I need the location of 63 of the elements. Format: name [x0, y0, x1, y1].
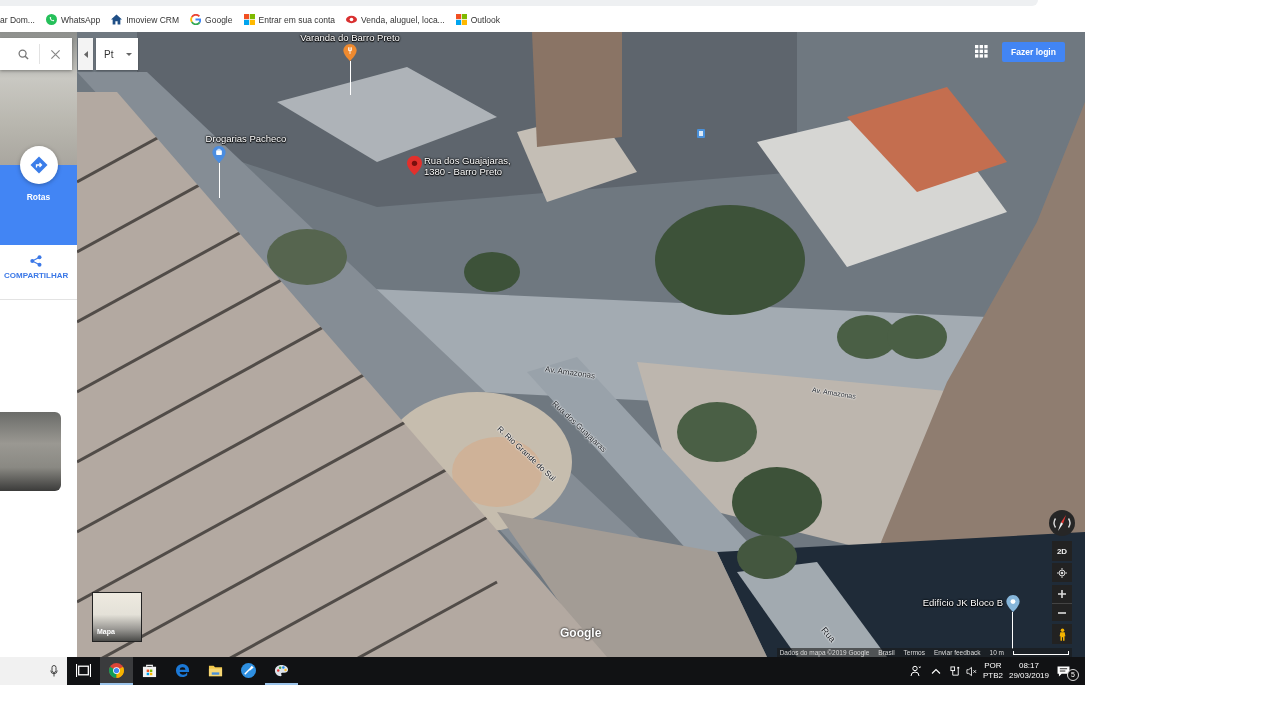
- search-field[interactable]: [0, 38, 72, 70]
- photo-thumbnail-placeholder[interactable]: [0, 412, 61, 491]
- collapse-panel-button[interactable]: [78, 38, 93, 70]
- zoom-in-button[interactable]: [1052, 585, 1072, 603]
- taskbar-search-field[interactable]: [0, 657, 67, 685]
- plus-icon: [1057, 589, 1067, 599]
- palette-icon: [274, 662, 289, 678]
- bookmark-link[interactable]: Entrar em sua conta: [243, 14, 336, 25]
- four-squares-icon: [243, 14, 255, 25]
- message-icon: [1057, 665, 1070, 677]
- round-browser-icon: [109, 662, 124, 678]
- people-icon[interactable]: [909, 665, 922, 677]
- leader-line: [1012, 612, 1013, 649]
- taskbar-app-button[interactable]: [100, 657, 133, 685]
- crosshair-icon: [1057, 567, 1067, 578]
- zoom-out-button[interactable]: [1052, 603, 1072, 621]
- four-squares-icon: [455, 14, 467, 25]
- task-view-icon: [76, 662, 91, 678]
- close-icon[interactable]: [50, 48, 61, 60]
- street-view-button[interactable]: [1052, 624, 1072, 644]
- muted-speaker-icon[interactable]: [965, 665, 977, 677]
- bookmark-link[interactable]: Google: [190, 14, 233, 25]
- leader-line: [219, 163, 220, 198]
- bookmark-link[interactable]: ar Dom...: [0, 14, 35, 25]
- search-icon[interactable]: [18, 48, 29, 60]
- street-label: Av. Amazonas: [544, 365, 596, 381]
- bookmark-link[interactable]: Imoview CRM: [111, 14, 180, 25]
- chat-bubble-icon: [45, 14, 57, 25]
- place-label[interactable]: Varanda do Barro Preto: [300, 32, 400, 43]
- directions-button[interactable]: Rotas: [19, 146, 58, 202]
- network-icon[interactable]: [949, 665, 961, 677]
- leader-line: [350, 61, 351, 95]
- shopping-bag-icon: [142, 662, 157, 678]
- person-icon: [1058, 627, 1066, 641]
- circle-app-icon: [241, 662, 256, 678]
- compass-icon[interactable]: [1049, 510, 1075, 536]
- input-language-button[interactable]: POR PTB2: [982, 661, 1003, 681]
- place-label[interactable]: Drogarias Pacheco: [205, 133, 287, 144]
- share-icon: [30, 255, 43, 267]
- apps-grid-icon[interactable]: [975, 45, 988, 58]
- house-icon: [111, 14, 123, 25]
- microphone-icon[interactable]: [50, 665, 58, 677]
- view-toggle-button[interactable]: 2D: [1052, 541, 1072, 561]
- language-select[interactable]: Pt: [96, 38, 138, 70]
- g-logo-icon: [190, 14, 202, 25]
- bookmark-link[interactable]: Outlook: [455, 14, 500, 25]
- place-label[interactable]: Rua dos Guajajaras, 1380 - Barro Preto: [424, 155, 511, 177]
- caret-left-icon: [83, 50, 88, 58]
- clock-button[interactable]: 08:17 29/03/2019: [1008, 661, 1049, 681]
- caret-down-icon: [126, 52, 132, 56]
- bookmark-link[interactable]: Venda, aluguel, loca...: [346, 14, 445, 25]
- my-location-button[interactable]: [1052, 563, 1072, 582]
- square-marker-icon[interactable]: [697, 129, 705, 138]
- map-logo: Google: [560, 626, 602, 640]
- scale-bar: [1013, 650, 1069, 655]
- map-pin-icon[interactable]: [1006, 595, 1020, 612]
- place-label[interactable]: Edifício JK Bloco B: [922, 597, 1003, 608]
- share-button[interactable]: COMPARTILHAR: [4, 255, 69, 280]
- eye-logo-icon: [346, 14, 358, 25]
- e-browser-icon: [175, 662, 190, 678]
- bookmark-link[interactable]: WhatsApp: [45, 14, 101, 25]
- login-button[interactable]: Fazer login: [1002, 42, 1065, 62]
- chevron-up-icon[interactable]: [930, 668, 941, 674]
